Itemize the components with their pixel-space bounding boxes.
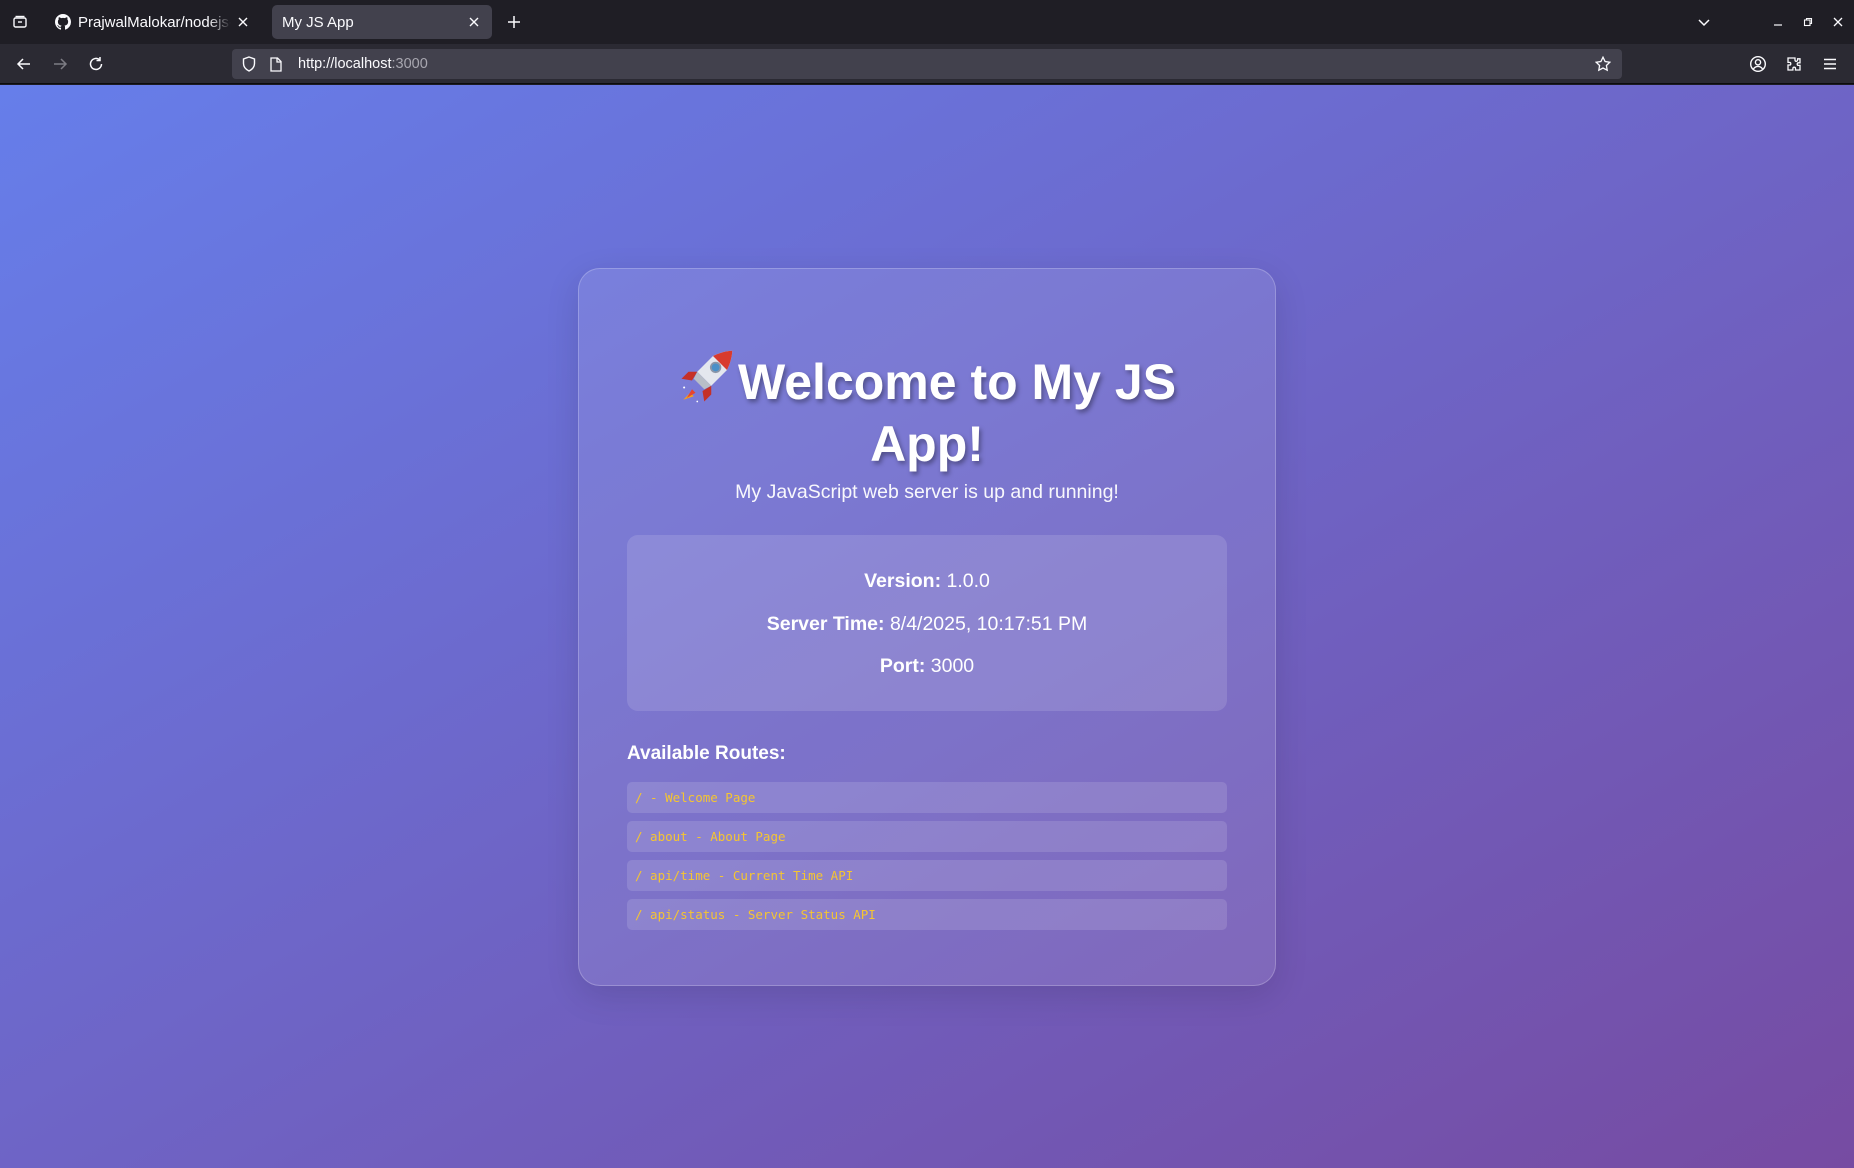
url-text[interactable]: http://localhost:3000	[298, 56, 428, 72]
chevron-down-icon[interactable]	[1692, 10, 1716, 34]
port-label: Port:	[879, 655, 926, 677]
route-item: / - Welcome Page	[627, 782, 1227, 813]
new-tab-icon[interactable]	[502, 10, 526, 34]
tab-list-icon[interactable]	[8, 10, 32, 34]
page-title: Welcome to My JS App!	[619, 349, 1235, 472]
extensions-icon[interactable]	[1782, 52, 1806, 76]
forward-arrow-icon[interactable]	[48, 52, 72, 76]
route-item: / api/time - Current Time API	[627, 860, 1227, 891]
tab-close-icon[interactable]	[466, 14, 482, 30]
route-item: / api/status - Server Status API	[627, 899, 1227, 930]
github-icon	[55, 14, 71, 30]
tab-github[interactable]: PrajwalMalokar/nodejs-demo	[45, 5, 261, 39]
routes-heading: Available Routes:	[627, 743, 786, 764]
navigation-toolbar: http://localhost:3000	[0, 44, 1854, 84]
tab-strip: PrajwalMalokar/nodejs-demo My JS App	[0, 0, 1854, 44]
port-row: Port: 3000	[627, 655, 1227, 678]
port-value: 3000	[930, 655, 975, 677]
bookmark-star-icon[interactable]	[1594, 55, 1612, 73]
restore-icon[interactable]	[1796, 10, 1820, 34]
tab-title: PrajwalMalokar/nodejs-demo	[78, 13, 231, 31]
reload-icon[interactable]	[84, 52, 108, 76]
page-icon[interactable]	[268, 55, 284, 73]
url-port: :3000	[391, 56, 428, 72]
tab-close-icon[interactable]	[235, 14, 251, 30]
back-arrow-icon[interactable]	[12, 52, 36, 76]
welcome-card: Welcome to My JS App! My JavaScript web …	[578, 268, 1276, 986]
server-time-value: 8/4/2025, 10:17:51 PM	[889, 613, 1088, 635]
menu-icon[interactable]	[1818, 52, 1842, 76]
address-bar[interactable]: http://localhost:3000	[232, 49, 1622, 79]
url-host: http://localhost	[298, 56, 392, 72]
page-title-text: Welcome to My JS App!	[737, 354, 1177, 472]
version-row: Version: 1.0.0	[627, 570, 1227, 593]
version-label: Version:	[864, 570, 942, 592]
shield-icon[interactable]	[240, 55, 258, 73]
server-time-label: Server Time:	[766, 613, 885, 635]
route-item: / about - About Page	[627, 821, 1227, 852]
rocket-icon	[678, 349, 734, 416]
server-info-box: Version: 1.0.0 Server Time: 8/4/2025, 10…	[627, 535, 1227, 711]
window-close-icon[interactable]	[1826, 10, 1850, 34]
server-time-row: Server Time: 8/4/2025, 10:17:51 PM	[627, 613, 1227, 636]
tab-title: My JS App	[282, 13, 354, 31]
subtitle: My JavaScript web server is up and runni…	[735, 481, 1119, 503]
minimize-icon[interactable]	[1766, 10, 1790, 34]
account-icon[interactable]	[1746, 52, 1770, 76]
tab-my-js-app[interactable]: My JS App	[272, 5, 492, 39]
page-viewport: Welcome to My JS App! My JavaScript web …	[0, 85, 1854, 1168]
version-value: 1.0.0	[946, 570, 990, 592]
